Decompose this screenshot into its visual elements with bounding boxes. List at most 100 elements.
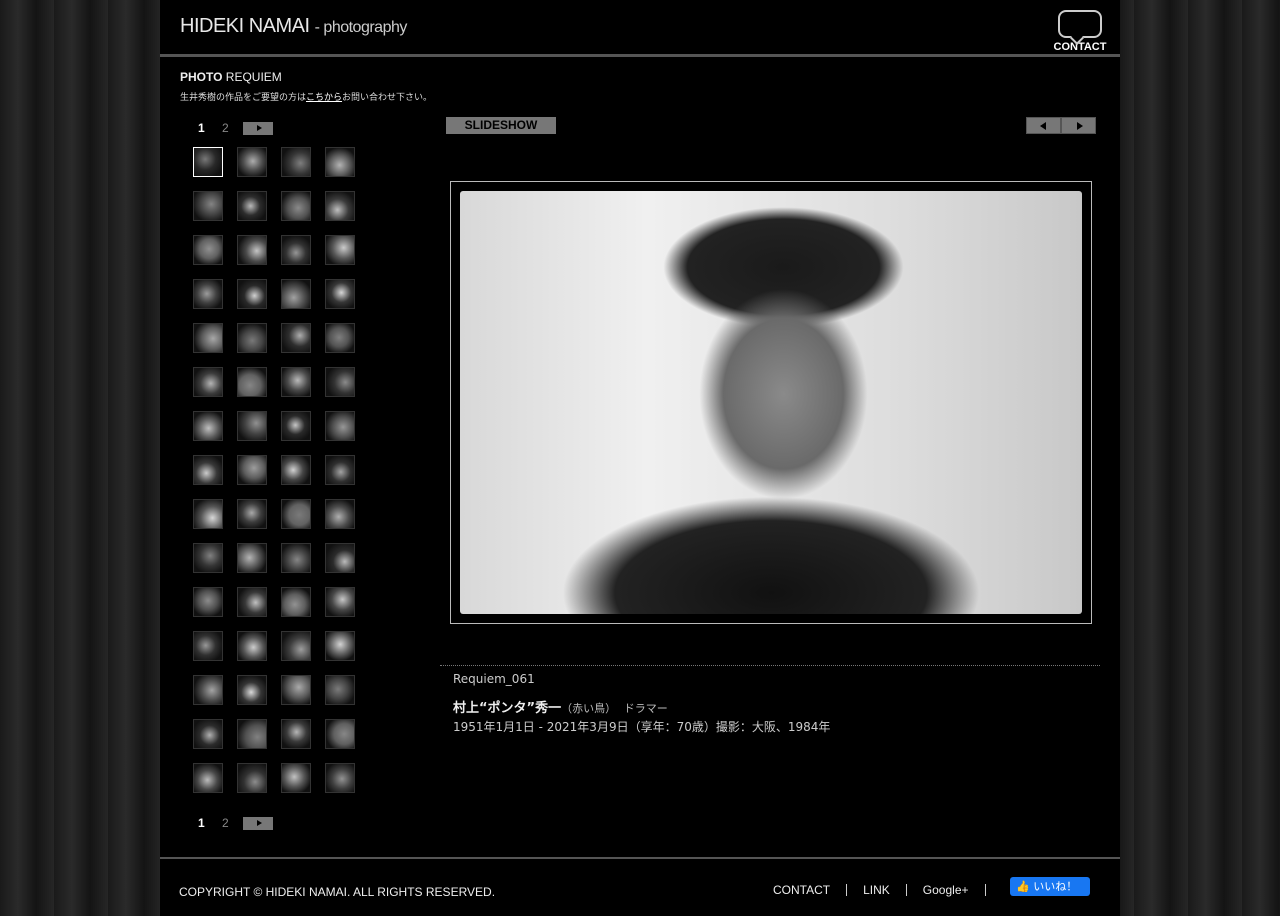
site-logo[interactable]: HIDEKI NAMAI - photography xyxy=(180,15,407,38)
thumbnail[interactable] xyxy=(281,279,311,309)
thumbnail[interactable] xyxy=(237,323,267,353)
photo-subject: 村上“ポンタ”秀一（赤い鳥） ドラマー xyxy=(453,697,668,716)
thumbnail[interactable] xyxy=(325,675,355,705)
footer-link-contact[interactable]: CONTACT xyxy=(773,883,830,897)
thumbnail[interactable] xyxy=(325,631,355,661)
thumbnail[interactable] xyxy=(325,411,355,441)
page-current: 1 xyxy=(198,121,205,135)
thumbnail[interactable] xyxy=(193,631,223,661)
thumbnail[interactable] xyxy=(193,367,223,397)
thumbnail[interactable] xyxy=(193,191,223,221)
note-text: 生井秀樹の作品をご要望の方は xyxy=(180,93,307,103)
thumbnail[interactable] xyxy=(193,147,223,177)
prev-photo-button[interactable] xyxy=(1026,117,1061,134)
thumbnail[interactable] xyxy=(281,763,311,793)
thumbnail[interactable] xyxy=(193,719,223,749)
contact-label: CONTACT xyxy=(1053,41,1107,53)
thumbnail[interactable] xyxy=(281,675,311,705)
main-photo-frame xyxy=(450,181,1092,624)
thumbnail[interactable] xyxy=(237,631,267,661)
thumbnail[interactable] xyxy=(237,147,267,177)
thumbs-up-icon: 👍 xyxy=(1016,880,1030,893)
thumbnail[interactable] xyxy=(193,587,223,617)
contact-button[interactable]: CONTACT xyxy=(1050,10,1110,53)
pager-bottom: 1 2 xyxy=(198,816,273,830)
thumbnail[interactable] xyxy=(281,631,311,661)
like-label: いいね！ xyxy=(1033,880,1078,893)
thumbnail[interactable] xyxy=(281,587,311,617)
thumbnail[interactable] xyxy=(237,455,267,485)
thumbnail[interactable] xyxy=(281,499,311,529)
thumbnail[interactable] xyxy=(193,411,223,441)
logo-sub: - photography xyxy=(314,19,408,36)
thumbnail[interactable] xyxy=(281,367,311,397)
page-title: PHOTO REQUIEM xyxy=(180,70,282,84)
thumbnail[interactable] xyxy=(237,191,267,221)
thumbnail[interactable] xyxy=(281,411,311,441)
thumbnail[interactable] xyxy=(193,763,223,793)
thumbnail[interactable] xyxy=(237,235,267,265)
photo-id: Requiem_061 xyxy=(453,672,535,686)
inquiry-link[interactable]: こちから xyxy=(306,93,342,103)
next-page-button[interactable] xyxy=(243,121,273,135)
thumbnail[interactable] xyxy=(281,719,311,749)
separator xyxy=(984,884,986,896)
thumbnail[interactable] xyxy=(325,235,355,265)
divider xyxy=(160,857,1120,859)
thumbnail[interactable] xyxy=(281,147,311,177)
thumbnail[interactable] xyxy=(325,323,355,353)
thumbnail[interactable] xyxy=(193,455,223,485)
thumbnail[interactable] xyxy=(237,367,267,397)
thumbnail[interactable] xyxy=(325,367,355,397)
thumbnail[interactable] xyxy=(193,543,223,573)
thumbnail[interactable] xyxy=(325,543,355,573)
thumbnail-grid xyxy=(193,147,369,793)
page-current: 1 xyxy=(198,816,205,830)
thumbnail[interactable] xyxy=(281,235,311,265)
next-photo-button[interactable] xyxy=(1061,117,1096,134)
subject-name: 村上“ポンタ”秀一 xyxy=(453,701,562,716)
photo-nav xyxy=(1026,117,1096,134)
footer-links: CONTACT LINK Google+ xyxy=(773,883,1002,897)
speech-bubble-icon xyxy=(1058,10,1102,38)
thumbnail[interactable] xyxy=(325,587,355,617)
page: HIDEKI NAMAI - photography CONTACT PHOTO… xyxy=(160,0,1120,916)
thumbnail[interactable] xyxy=(237,499,267,529)
thumbnail[interactable] xyxy=(193,235,223,265)
thumbnail[interactable] xyxy=(237,763,267,793)
thumbnail[interactable] xyxy=(193,323,223,353)
next-page-button[interactable] xyxy=(243,816,273,830)
photo-dates: 1951年1月1日 - 2021年3月9日（享年：70歳）撮影：大阪、1984年 xyxy=(453,720,831,734)
thumbnail[interactable] xyxy=(325,455,355,485)
divider xyxy=(160,54,1120,57)
thumbnail[interactable] xyxy=(325,191,355,221)
title-bold: PHOTO xyxy=(180,70,223,84)
thumbnail[interactable] xyxy=(325,763,355,793)
thumbnail[interactable] xyxy=(281,191,311,221)
thumbnail[interactable] xyxy=(325,279,355,309)
thumbnail[interactable] xyxy=(237,411,267,441)
slideshow-button[interactable]: SLIDESHOW xyxy=(446,117,556,134)
thumbnail[interactable] xyxy=(237,719,267,749)
thumbnail[interactable] xyxy=(281,323,311,353)
thumbnail[interactable] xyxy=(237,543,267,573)
thumbnail[interactable] xyxy=(193,675,223,705)
copyright: COPYRIGHT © HIDEKI NAMAI. ALL RIGHTS RES… xyxy=(179,885,496,899)
footer-link-link[interactable]: LINK xyxy=(863,883,890,897)
thumbnail[interactable] xyxy=(325,499,355,529)
logo-main: HIDEKI NAMAI xyxy=(180,15,310,37)
separator xyxy=(846,884,848,896)
thumbnail[interactable] xyxy=(281,543,311,573)
thumbnail[interactable] xyxy=(193,279,223,309)
thumbnail[interactable] xyxy=(281,455,311,485)
facebook-like-button[interactable]: 👍 いいね！ xyxy=(1010,877,1090,896)
thumbnail[interactable] xyxy=(325,147,355,177)
thumbnail[interactable] xyxy=(193,499,223,529)
thumbnail[interactable] xyxy=(325,719,355,749)
subject-role: ドラマー xyxy=(623,702,668,715)
thumbnail[interactable] xyxy=(237,675,267,705)
title-rest: REQUIEM xyxy=(225,70,282,84)
footer-link-googleplus[interactable]: Google+ xyxy=(923,883,969,897)
thumbnail[interactable] xyxy=(237,587,267,617)
thumbnail[interactable] xyxy=(237,279,267,309)
